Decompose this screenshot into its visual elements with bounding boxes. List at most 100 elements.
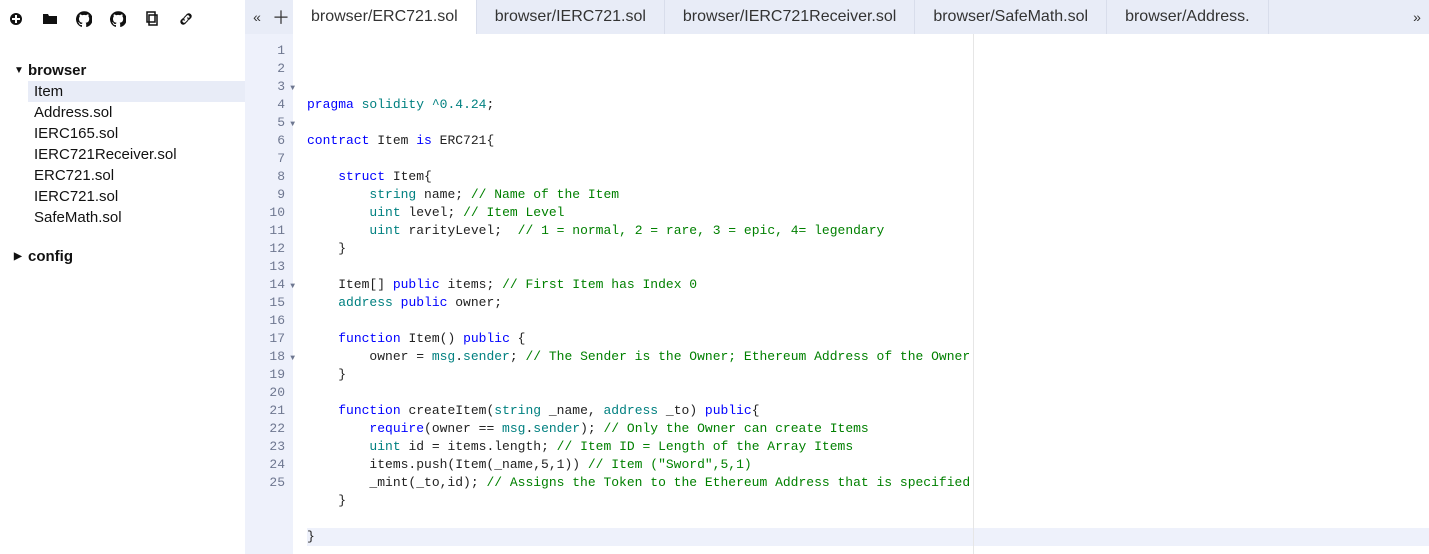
token: solidity: [362, 97, 424, 112]
token: // Item ("Sword",5,1): [588, 457, 752, 472]
token: [307, 439, 369, 454]
token: [307, 205, 369, 220]
code-line[interactable]: Item[] public items; // First Item has I…: [307, 276, 1429, 294]
line-number: 13: [245, 258, 293, 276]
code-line[interactable]: require(owner == msg.sender); // Only th…: [307, 420, 1429, 438]
code-line[interactable]: [307, 312, 1429, 330]
code-line[interactable]: [307, 114, 1429, 132]
token: {: [752, 403, 760, 418]
tree-folder-browser[interactable]: ▼browser: [10, 60, 245, 81]
token: [307, 187, 369, 202]
tab[interactable]: browser/SafeMath.sol: [915, 0, 1107, 34]
token: [424, 97, 432, 112]
tree-item[interactable]: SafeMath.sol: [28, 207, 245, 228]
code-line[interactable]: uint id = items.length; // Item ID = Len…: [307, 438, 1429, 456]
code-line[interactable]: address public owner;: [307, 294, 1429, 312]
token: function: [338, 403, 400, 418]
editor[interactable]: 123▼45▼67891011121314▼15161718▼192021222…: [245, 34, 1429, 554]
new-file-icon[interactable]: [8, 11, 24, 27]
token: uint: [369, 205, 400, 220]
token: .: [455, 349, 463, 364]
tree-folder-config[interactable]: ▶config: [10, 246, 245, 267]
file-tree: ▼browserItemAddress.solIERC165.solIERC72…: [0, 32, 245, 267]
token: ERC721{: [432, 133, 494, 148]
code-line[interactable]: }: [307, 492, 1429, 510]
gist-icon[interactable]: [110, 11, 126, 27]
line-number: 16: [245, 312, 293, 330]
token: rarityLevel;: [401, 223, 518, 238]
line-number: 15: [245, 294, 293, 312]
code-line[interactable]: [307, 258, 1429, 276]
copy-icon[interactable]: [144, 11, 160, 27]
tree-item[interactable]: ERC721.sol: [28, 165, 245, 186]
line-number: 3▼: [245, 78, 293, 96]
token: // Assigns the Token to the Ethereum Add…: [486, 475, 970, 490]
code-line[interactable]: _mint(_to,id); // Assigns the Token to t…: [307, 474, 1429, 492]
token: }: [307, 367, 346, 382]
token: [307, 223, 369, 238]
tab[interactable]: browser/ERC721.sol: [293, 0, 477, 34]
code-line[interactable]: [307, 150, 1429, 168]
tabs-scroll-right-icon[interactable]: »: [1405, 0, 1429, 34]
token: string: [494, 403, 541, 418]
line-number: 24: [245, 456, 293, 474]
tree-item[interactable]: Address.sol: [28, 102, 245, 123]
line-number: 20: [245, 384, 293, 402]
code-line[interactable]: uint rarityLevel; // 1 = normal, 2 = rar…: [307, 222, 1429, 240]
token: createItem(: [401, 403, 495, 418]
code-line[interactable]: struct Item{: [307, 168, 1429, 186]
token: pragma: [307, 97, 354, 112]
token: ;: [486, 97, 494, 112]
token: require: [369, 421, 424, 436]
token: // Item ID = Length of the Array Items: [557, 439, 853, 454]
token: public: [401, 295, 448, 310]
line-number: 6: [245, 132, 293, 150]
code-line[interactable]: contract Item is ERC721{: [307, 132, 1429, 150]
line-number: 14▼: [245, 276, 293, 294]
tab[interactable]: browser/Address.: [1107, 0, 1269, 34]
tree-folder-label: browser: [28, 62, 86, 79]
tab[interactable]: browser/IERC721.sol: [477, 0, 665, 34]
open-folder-icon[interactable]: [42, 11, 58, 27]
token: owner =: [307, 349, 432, 364]
link-icon[interactable]: [178, 11, 194, 27]
code-area[interactable]: pragma solidity ^0.4.24; contract Item i…: [293, 34, 1429, 554]
code-line[interactable]: function Item() public {: [307, 330, 1429, 348]
token: Item[]: [307, 277, 393, 292]
token: }: [307, 241, 346, 256]
line-number: 19: [245, 366, 293, 384]
code-line[interactable]: [307, 384, 1429, 402]
tree-item[interactable]: Item: [28, 81, 245, 102]
code-line[interactable]: }: [307, 528, 1429, 546]
tree-item[interactable]: IERC721Receiver.sol: [28, 144, 245, 165]
code-line[interactable]: }: [307, 240, 1429, 258]
code-line[interactable]: string name; // Name of the Item: [307, 186, 1429, 204]
token: // Name of the Item: [471, 187, 619, 202]
code-line[interactable]: uint level; // Item Level: [307, 204, 1429, 222]
token: _name,: [541, 403, 603, 418]
tree-folder-label: config: [28, 248, 73, 265]
code-line[interactable]: pragma solidity ^0.4.24;: [307, 96, 1429, 114]
token: msg: [432, 349, 455, 364]
token: _to): [658, 403, 705, 418]
tab[interactable]: browser/IERC721Receiver.sol: [665, 0, 915, 34]
code-line[interactable]: [307, 510, 1429, 528]
code-line[interactable]: items.push(Item(_name,5,1)) // Item ("Sw…: [307, 456, 1429, 474]
code-line[interactable]: function createItem(string _name, addres…: [307, 402, 1429, 420]
token: // First Item has Index 0: [502, 277, 697, 292]
new-tab-icon[interactable]: ＋: [269, 0, 293, 34]
line-number: 22: [245, 420, 293, 438]
tabs-scroll-left-icon[interactable]: «: [245, 0, 269, 34]
token: [307, 331, 338, 346]
token: is: [416, 133, 432, 148]
token: }: [307, 493, 346, 508]
token: sender: [533, 421, 580, 436]
token: [307, 403, 338, 418]
line-number: 17: [245, 330, 293, 348]
tree-item[interactable]: IERC165.sol: [28, 123, 245, 144]
github-icon[interactable]: [76, 11, 92, 27]
tree-item[interactable]: IERC721.sol: [28, 186, 245, 207]
token: (owner ==: [424, 421, 502, 436]
code-line[interactable]: }: [307, 366, 1429, 384]
code-line[interactable]: owner = msg.sender; // The Sender is the…: [307, 348, 1429, 366]
